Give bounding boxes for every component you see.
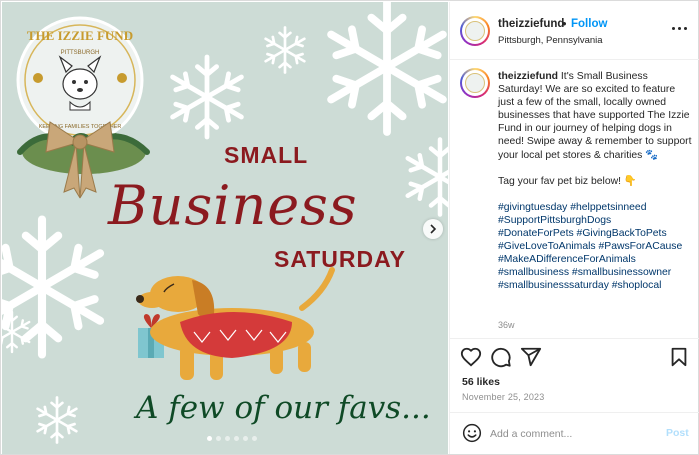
comment-bar: Post: [450, 412, 699, 454]
headline-business: Business: [108, 174, 358, 237]
snowflake-decoration: [331, 2, 443, 132]
header-username[interactable]: theizziefund: [498, 18, 564, 30]
hashtag-line[interactable]: #MakeADifferenceForAnimals: [498, 253, 694, 266]
post-comment-button[interactable]: Post: [666, 427, 689, 439]
carousel-dot: [207, 436, 212, 441]
avatar[interactable]: [460, 16, 490, 46]
share-icon[interactable]: [520, 346, 542, 368]
headline-small: SMALL: [224, 142, 309, 168]
heart-icon[interactable]: [460, 346, 482, 368]
hashtag-line[interactable]: #smallbusiness #smallbusinessowner: [498, 266, 694, 279]
dachshund-illustration: [136, 267, 335, 380]
svg-text:PITTSBURGH: PITTSBURGH: [61, 50, 100, 56]
next-slide-button[interactable]: [423, 219, 443, 239]
hashtag-line[interactable]: #givingtuesday #helppetsinneed: [498, 201, 694, 214]
more-options-icon[interactable]: [672, 24, 690, 32]
carousel-dot: [216, 436, 221, 441]
emoji-icon[interactable]: [462, 423, 482, 443]
headline-saturday: SATURDAY: [274, 246, 406, 272]
image-tagline: A few of our favs...: [136, 390, 431, 426]
follow-button[interactable]: Follow: [571, 18, 607, 30]
comment-input[interactable]: [490, 425, 650, 443]
caption-age[interactable]: 36w: [498, 320, 515, 330]
location-link[interactable]: Pittsburgh, Pennsylvania: [498, 35, 603, 46]
action-bar: [450, 338, 699, 374]
caption-avatar[interactable]: [460, 68, 490, 98]
carousel-dot: [252, 436, 257, 441]
post-caption: theizziefund It's Small Business Saturda…: [498, 70, 694, 292]
hashtag-list: #givingtuesday #helppetsinneed #SupportP…: [498, 201, 694, 293]
separator-dot: •: [562, 16, 567, 31]
chevron-right-icon: [430, 224, 437, 234]
caption-text: It's Small Business Saturday! We are so …: [498, 71, 692, 161]
instagram-post: THE IZZIE FUND PITTSBURGH KEEPING FAMILI…: [0, 0, 699, 455]
comment-icon[interactable]: [490, 346, 512, 368]
carousel-dot: [243, 436, 248, 441]
likes-count[interactable]: 56 likes: [462, 376, 500, 388]
carousel-dot: [225, 436, 230, 441]
hashtag-line[interactable]: #smallbusinesssaturday #shoplocal: [498, 279, 694, 292]
carousel-dot: [234, 436, 239, 441]
caption-username[interactable]: theizziefund: [498, 71, 558, 82]
bookmark-icon[interactable]: [668, 346, 690, 368]
hashtag-line[interactable]: #SupportPittsburghDogs: [498, 214, 694, 227]
caption-line-2: Tag your fav pet biz below! 👇: [498, 175, 637, 187]
post-header: theizziefund • Follow Pittsburgh, Pennsy…: [450, 2, 699, 60]
post-side-panel: theizziefund • Follow Pittsburgh, Pennsy…: [449, 2, 699, 454]
hashtag-line[interactable]: #DonateForPets #GivingBackToPets: [498, 227, 694, 240]
post-image[interactable]: THE IZZIE FUND PITTSBURGH KEEPING FAMILI…: [2, 2, 448, 454]
svg-text:THE IZZIE FUND: THE IZZIE FUND: [27, 28, 133, 43]
carousel-indicator: [207, 436, 257, 441]
izzie-fund-logo: THE IZZIE FUND PITTSBURGH KEEPING FAMILI…: [16, 16, 150, 199]
hashtag-line[interactable]: #GiveLoveToAnimals #PawsForACause: [498, 240, 694, 253]
post-date[interactable]: November 25, 2023: [462, 392, 544, 402]
